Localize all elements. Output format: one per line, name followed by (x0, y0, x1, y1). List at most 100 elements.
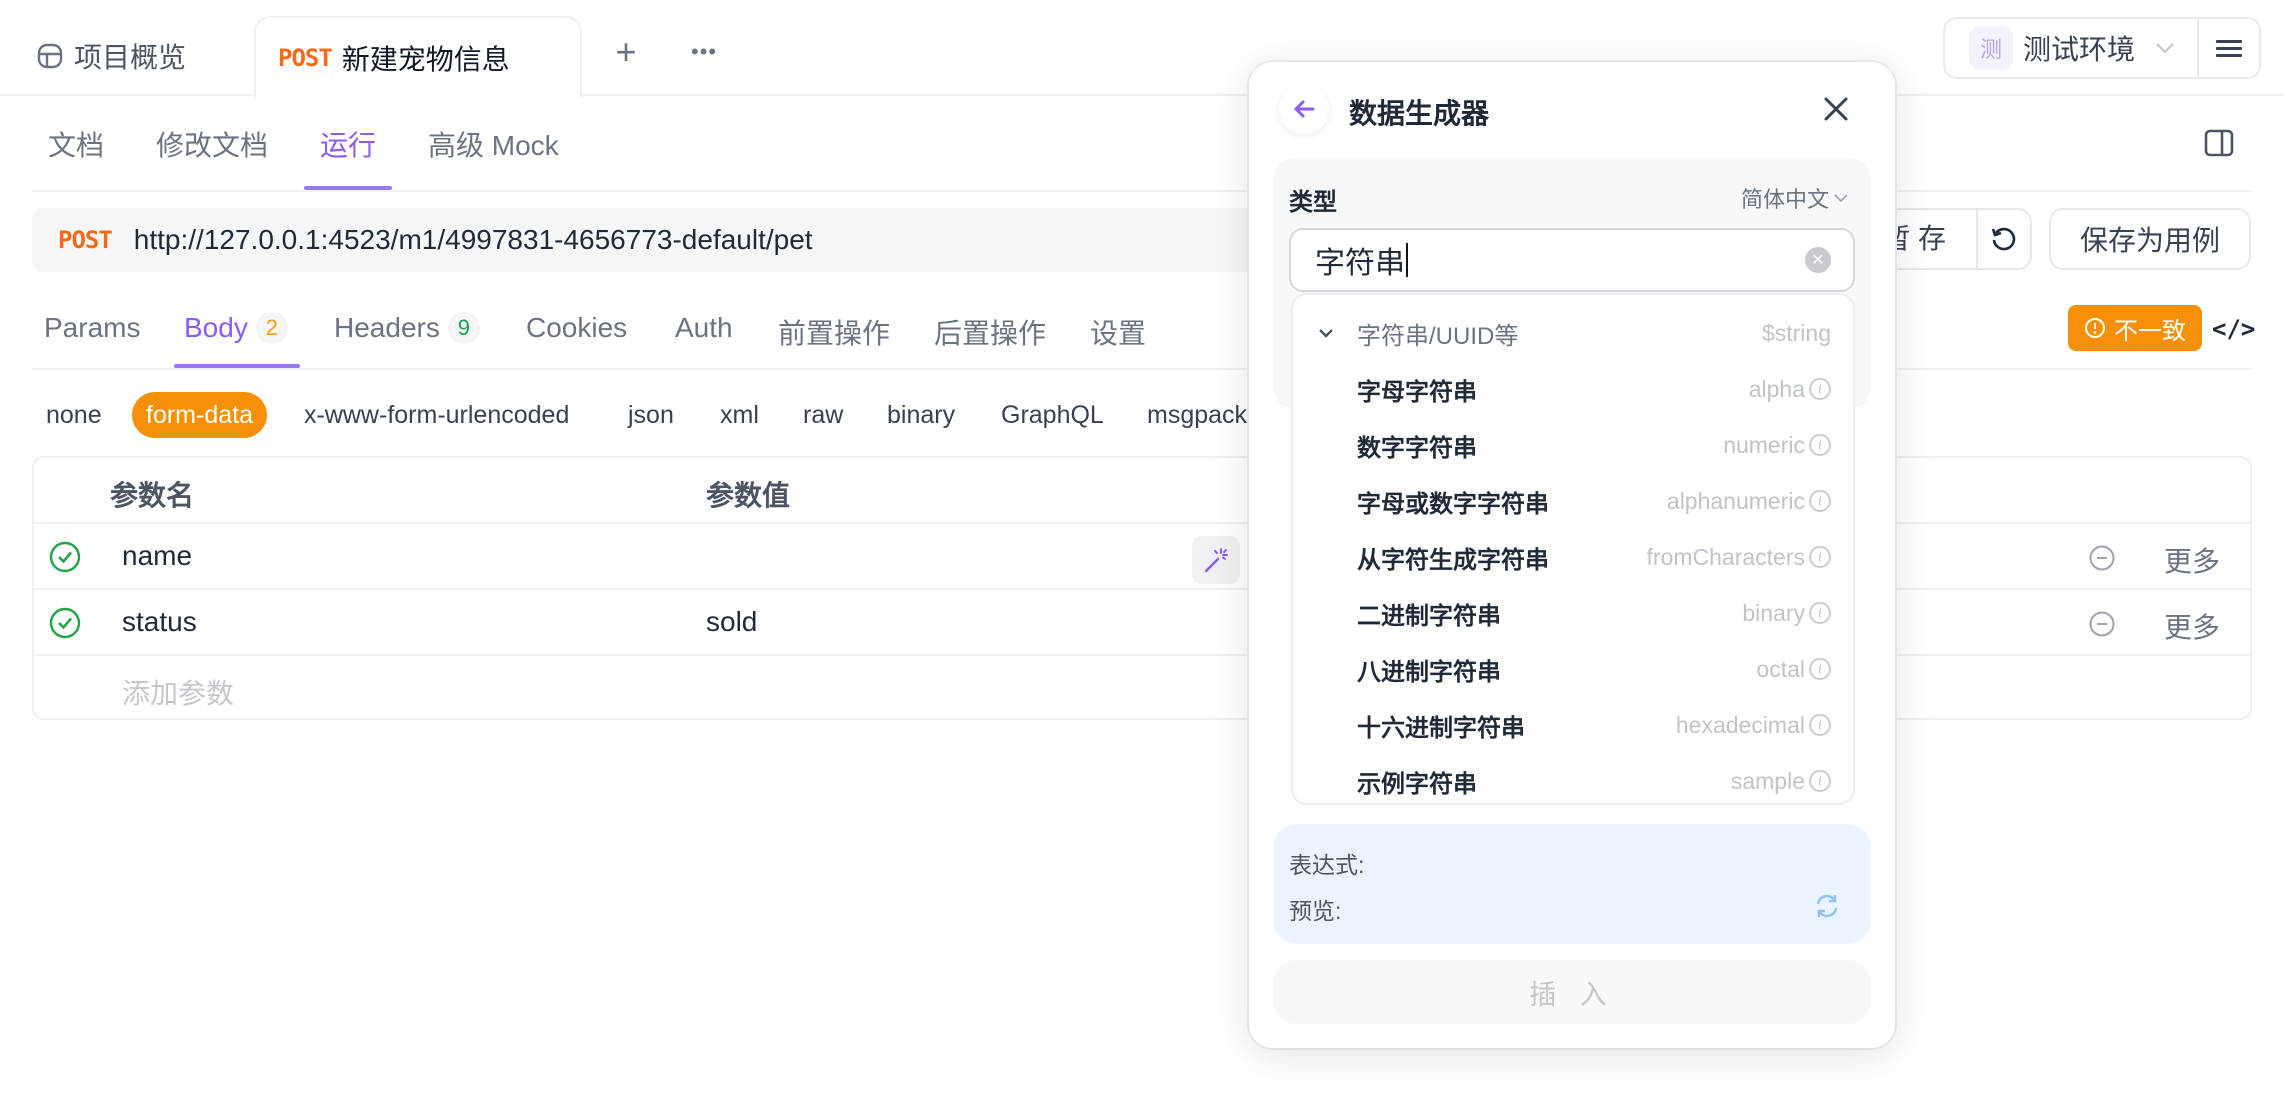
tab-cookies[interactable]: Cookies (526, 312, 627, 344)
info-icon[interactable]: i (1809, 770, 1831, 792)
warning-circle-icon (2085, 318, 2105, 338)
data-generator-button[interactable] (1192, 536, 1240, 584)
tab-body[interactable]: Body 2 (184, 312, 288, 344)
tab-params[interactable]: Params (44, 312, 140, 344)
item-name: 八进制字符串 (1357, 658, 1501, 686)
language-label: 简体中文 (1740, 187, 1829, 212)
text-caret (1406, 243, 1408, 277)
dropdown-group[interactable]: 字符串/UUID等 $string (1293, 305, 1853, 361)
overview-icon (37, 43, 63, 69)
body-type-json[interactable]: json (628, 392, 674, 438)
column-value-header: 参数值 (706, 480, 791, 511)
tab-pre-operations[interactable]: 前置操作 (778, 312, 890, 352)
param-name[interactable]: name (122, 540, 192, 572)
menu-button[interactable] (2199, 38, 2259, 58)
check-circle-icon[interactable] (48, 540, 82, 574)
dropdown-item[interactable]: 字母字符串 alpha i (1293, 361, 1853, 417)
param-name[interactable]: status (122, 606, 197, 638)
table-header: 参数名 参数值 (34, 458, 2250, 524)
magic-wand-icon (1204, 548, 1228, 573)
doc-tabs: 文档 修改文档 运行 高级 Mock (32, 96, 2252, 192)
insert-button[interactable]: 插 入 (1273, 960, 1871, 1024)
type-search-input[interactable]: 字符串 ✕ (1289, 228, 1855, 292)
info-icon[interactable]: i (1809, 714, 1831, 736)
body-type-form-data[interactable]: form-data (132, 392, 267, 438)
tab-label: 前置操作 (778, 318, 891, 349)
info-icon[interactable]: i (1809, 434, 1831, 456)
tab-label: 后置操作 (934, 318, 1047, 349)
body-type-xml[interactable]: xml (720, 392, 759, 438)
body-type-raw[interactable]: raw (803, 392, 843, 438)
dropdown-item[interactable]: 字母或数字字符串 alphanumeric i (1293, 473, 1853, 529)
close-icon[interactable] (1821, 94, 1851, 124)
tab-label: 设置 (1090, 318, 1147, 349)
more-button[interactable]: 更多 (2164, 540, 2220, 580)
tab-run[interactable]: 运行 (320, 124, 376, 164)
code-icon[interactable]: </> (2212, 315, 2255, 343)
body-type-msgpack[interactable]: msgpack (1147, 392, 1247, 438)
environment-selector[interactable]: 测 测试环境 (1943, 17, 2261, 79)
param-value[interactable]: sold (706, 606, 757, 638)
tab-advanced-mock[interactable]: 高级 Mock (428, 124, 559, 164)
more-tabs-button[interactable]: ••• (686, 34, 722, 70)
item-key-text: hexadecimal (1675, 711, 1805, 738)
group-key: $string (1761, 319, 1831, 346)
count-badge: 9 (447, 312, 480, 344)
item-key-text: alpha (1748, 375, 1805, 402)
info-icon[interactable]: i (1809, 378, 1831, 400)
tab-new-pet[interactable]: POST 新建宠物信息 (254, 16, 582, 98)
active-tab-indicator (174, 364, 300, 368)
dropdown-item[interactable]: 二进制字符串 binary i (1293, 585, 1853, 641)
tab-label: Body (184, 312, 248, 343)
item-name: 十六进制字符串 (1357, 714, 1525, 742)
expression-label: 表达式: (1289, 852, 1365, 878)
info-icon[interactable]: i (1809, 602, 1831, 624)
url-bar[interactable]: POST http://127.0.0.1:4523/m1/4997831-46… (32, 208, 1282, 272)
dropdown-item[interactable]: 八进制字符串 octal i (1293, 641, 1853, 697)
tab-headers[interactable]: Headers 9 (334, 312, 480, 344)
chevron-down-icon (1319, 329, 1333, 338)
tab-doc[interactable]: 文档 (48, 124, 104, 164)
save-as-case-button[interactable]: 保存为用例 (2049, 208, 2251, 270)
chevron-down-icon (2156, 43, 2174, 54)
body-type-binary[interactable]: binary (887, 392, 955, 438)
chevron-down-icon (1834, 194, 1848, 203)
mismatch-badge[interactable]: 不一致 (2068, 305, 2202, 351)
remove-param-icon[interactable] (2088, 610, 2116, 638)
clear-input-button[interactable]: ✕ (1805, 247, 1831, 273)
add-tab-button[interactable]: + (608, 34, 644, 70)
hamburger-icon (2216, 40, 2242, 57)
dropdown-item[interactable]: 十六进制字符串 hexadecimal i (1293, 697, 1853, 753)
dropdown-item[interactable]: 示例字符串 sample i (1293, 753, 1853, 803)
body-type-none[interactable]: none (46, 392, 102, 438)
tab-auth[interactable]: Auth (675, 312, 733, 344)
reset-button[interactable] (1978, 224, 2030, 254)
tab-post-operations[interactable]: 后置操作 (934, 312, 1046, 352)
tab-settings[interactable]: 设置 (1090, 312, 1146, 352)
info-icon[interactable]: i (1809, 658, 1831, 680)
body-type-graphql[interactable]: GraphQL (1001, 392, 1104, 438)
method-badge[interactable]: POST (58, 226, 113, 254)
refresh-icon[interactable] (1813, 892, 1841, 920)
mismatch-label: 不一致 (2114, 317, 2186, 345)
dropdown-item[interactable]: 从字符生成字符串 fromCharacters i (1293, 529, 1853, 585)
arrow-left-icon (1294, 100, 1315, 118)
body-type-urlencoded[interactable]: x-www-form-urlencoded (304, 392, 569, 438)
item-key: sample i (1731, 768, 1831, 795)
check-circle-icon[interactable] (48, 606, 82, 640)
language-selector[interactable]: 简体中文 (1741, 182, 1849, 214)
info-icon[interactable]: i (1809, 546, 1831, 568)
dropdown-item[interactable]: 数字字符串 numeric i (1293, 417, 1853, 473)
back-button[interactable] (1279, 84, 1329, 134)
side-panel-toggle-icon[interactable] (2204, 128, 2234, 158)
info-icon[interactable]: i (1809, 490, 1831, 512)
data-generator-popup: 数据生成器 类型 简体中文 字符串 ✕ 字符串/UUID等 $string 字母… (1249, 62, 1895, 1048)
remove-param-icon[interactable] (2088, 544, 2116, 572)
item-key: fromCharacters i (1647, 544, 1831, 571)
add-param-input[interactable]: 添加参数 (122, 672, 234, 712)
tab-edit-doc[interactable]: 修改文档 (156, 124, 268, 164)
count-badge: 2 (255, 312, 288, 344)
tab-project-overview[interactable]: 项目概览 (36, 30, 186, 82)
url-input[interactable]: http://127.0.0.1:4523/m1/4997831-4656773… (134, 224, 813, 256)
more-button[interactable]: 更多 (2164, 606, 2220, 646)
